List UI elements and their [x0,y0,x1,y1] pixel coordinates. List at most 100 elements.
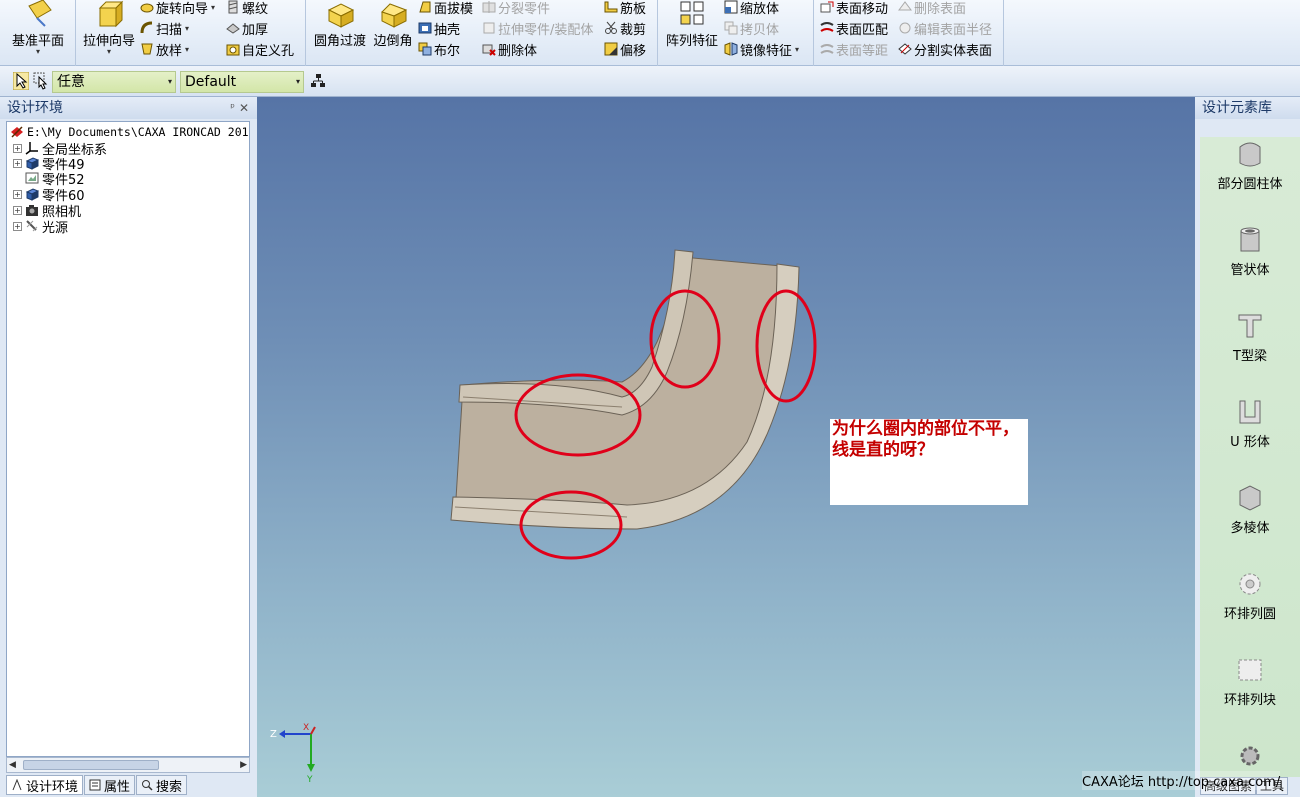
camera-icon [26,205,38,216]
hole-icon [226,44,240,56]
extrude-part-button[interactable]: 拉伸零件/装配体 [482,18,593,38]
copy-body-button[interactable]: 拷贝体 [724,18,779,38]
select-box-icon[interactable] [33,72,49,90]
split-part-button[interactable]: 分裂零件 [482,0,550,17]
prism-icon [1239,485,1261,511]
extrude-part-icon [483,22,495,34]
scale-icon [724,0,738,14]
scissors-icon [605,21,617,34]
revolve-icon [140,3,154,13]
scroll-left-icon[interactable]: ◀ [9,758,16,772]
close-icon[interactable]: ✕ [239,97,249,119]
design-element-library: 设计元素库 部分圆柱体 管状体 T型梁 U 形体 多棱体 环排列圆 环排列块 高… [1195,97,1300,797]
gear-icon [1240,746,1260,766]
shape-circular-array-circle[interactable]: 环排列圆 [1200,569,1300,639]
face-offset-button[interactable]: 表面等距 [820,39,888,59]
partial-cylinder-icon [1239,142,1261,167]
select-arrow-icon[interactable] [13,72,29,90]
sweep-button[interactable]: 扫描 ▾ [140,18,189,38]
scrollbar-thumb[interactable] [23,760,159,770]
face-match-button[interactable]: 表面匹配 [820,18,888,38]
shell-button[interactable]: 抽壳 [418,18,460,38]
expand-icon[interactable]: + [13,205,22,215]
chamfer-button[interactable]: 边倒角 [370,0,416,60]
part-image-icon [25,172,39,184]
face-offset-icon [820,44,834,54]
thread-button[interactable]: 螺纹 [226,0,268,17]
loft-button[interactable]: 放样 ▾ [140,39,189,59]
t-beam-icon [1238,314,1262,338]
horizontal-scrollbar[interactable]: ◀ ▶ [6,757,250,773]
3d-viewport[interactable]: 为什么圈内的部位不平，线是直的呀？ Z X Y [257,97,1195,797]
custom-hole-button[interactable]: 自定义孔 [226,39,294,59]
plane-icon [28,0,52,27]
thread-icon [228,0,238,14]
left-panel-tabs: 设计环境 属性 搜索 [6,775,250,795]
face-match-icon [820,22,834,32]
expand-icon[interactable]: + [13,189,22,199]
shape-circular-array-block[interactable]: 环排列块 [1200,655,1300,725]
draft-icon [419,1,431,13]
expand-icon[interactable]: + [13,158,22,168]
u-shape-icon [1239,400,1261,424]
fillet-button[interactable]: 圆角过渡 [310,0,370,60]
trim-button[interactable]: 裁剪 [604,18,646,38]
pin-icon[interactable]: ᵖ [230,97,235,119]
design-env-icon [12,779,22,791]
tree-item-light[interactable]: + 光源 [13,218,68,236]
delete-body-icon [482,44,496,56]
mirror-feature-button[interactable]: 镜像特征 ▾ [724,39,799,59]
shell-icon [418,22,432,34]
delete-face-button[interactable]: 删除表面 [898,0,966,17]
delete-body-button[interactable]: 删除体 [482,39,537,59]
properties-icon [89,779,101,791]
tab-properties[interactable]: 属性 [84,775,136,795]
offset-button[interactable]: 偏移 [604,39,646,59]
bent-channel-model[interactable] [257,97,1195,797]
axis-label-z: Z [270,729,277,740]
ribbon-group-features: 拉伸向导 ▾ 旋转向导 ▾ 扫描 ▾ 放样 ▾ 螺纹 加厚 自定义孔 [76,0,306,66]
edit-face-radius-button[interactable]: 编辑表面半径 [898,18,992,38]
extrude-wizard-button[interactable]: 拉伸向导 ▾ [80,0,138,60]
shape-u-body[interactable]: U 形体 [1200,397,1300,467]
circular-array-icon [1239,573,1261,595]
boolean-button[interactable]: 布尔 [418,39,460,59]
shape-t-beam[interactable]: T型梁 [1200,311,1300,381]
scroll-right-icon[interactable]: ▶ [240,758,247,772]
tab-design-environment[interactable]: 设计环境 [6,775,84,795]
library-shape-list: 部分圆柱体 管状体 T型梁 U 形体 多棱体 环排列圆 环排列块 [1200,137,1300,777]
face-draft-button[interactable]: 面拔模 [418,0,473,17]
array-feature-button[interactable]: 阵列特征 [662,0,722,60]
shape-prism[interactable]: 多棱体 [1200,483,1300,553]
rib-button[interactable]: 筋板 [604,0,646,17]
thicken-button[interactable]: 加厚 [226,18,268,38]
forum-watermark: CAXA论坛 http://top.caxa.com/ [1082,771,1281,790]
shape-tube[interactable]: 管状体 [1200,225,1300,295]
boolean-icon [418,42,432,56]
shape-partial-cylinder[interactable]: 部分圆柱体 [1200,139,1300,209]
array-icon [680,1,704,25]
expand-icon[interactable]: + [13,143,22,153]
panel-title-bar: 设计环境 ᵖ ✕ [0,97,257,119]
axis-triad: Z X Y [270,723,316,782]
baseplane-button[interactable]: 基准平面 ▾ [7,0,69,60]
style-combo[interactable]: Default ▾ [180,71,304,93]
scene-tree: E:\My Documents\CAXA IRONCAD 201 + 全局坐标系… [6,121,250,757]
ribbon-group-modify: 圆角过渡 边倒角 面拔模 抽壳 布尔 分裂零件 拉伸零件/装配体 删除体 筋板 … [306,0,658,66]
search-icon [142,780,153,791]
dropdown-caret: ▾ [106,47,111,56]
filter-combo[interactable]: 任意 ▾ [52,71,176,93]
split-solid-face-button[interactable]: 分割实体表面 [898,39,992,59]
revolve-wizard-button[interactable]: 旋转向导 ▾ [140,0,215,17]
extrude-icon [98,0,124,28]
scale-body-button[interactable]: 缩放体 [724,0,779,17]
ribbon-group-faces: 表面移动 删除表面 表面匹配 编辑表面半径 表面等距 分割实体表面 [814,0,1004,66]
fillet-icon [327,3,355,28]
thicken-icon [226,23,240,34]
expand-icon[interactable]: + [13,221,22,231]
delete-face-icon [898,1,912,11]
hierarchy-icon[interactable] [310,73,326,89]
face-move-button[interactable]: 表面移动 [820,0,888,17]
tab-search[interactable]: 搜索 [136,775,188,795]
edit-radius-icon [899,22,911,34]
